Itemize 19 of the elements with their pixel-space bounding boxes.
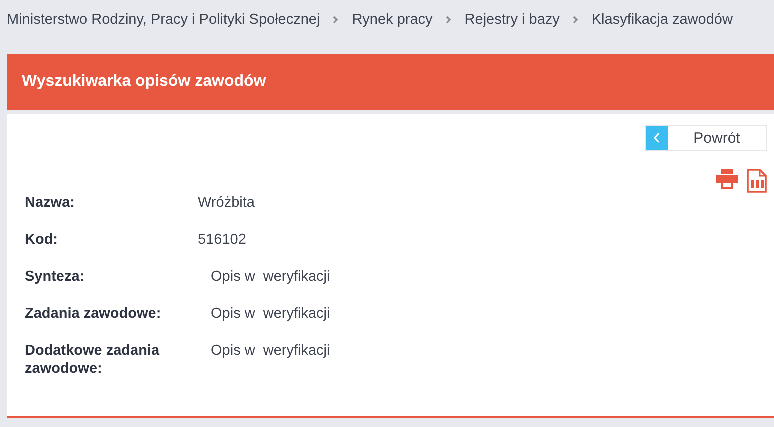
field-label: Synteza: xyxy=(25,268,86,287)
field-label: Zadania zawodowe: xyxy=(25,305,162,324)
breadcrumb-link[interactable]: Ministerstwo Rodziny, Pracy i Polityki Społecznej xyxy=(7,12,320,28)
field-label: Kod: xyxy=(25,231,60,250)
field-value: 516102 xyxy=(198,231,248,250)
back-button[interactable]: Powrót xyxy=(645,125,767,151)
field-label: Dodatkowe zadania zawodowe: xyxy=(25,342,161,379)
chevron-left-icon xyxy=(652,132,662,144)
field-value: Opis w weryfikacji xyxy=(211,342,332,361)
breadcrumb-link[interactable]: Rejestry i bazy xyxy=(464,12,560,28)
print-icon[interactable] xyxy=(716,169,738,189)
panel-title: Wyszukiwarka opisów zawodów xyxy=(22,73,266,91)
breadcrumb-link[interactable]: Klasyfikacja zawodów xyxy=(592,12,733,28)
pdf-file-icon[interactable] xyxy=(747,169,767,193)
field-value: Opis w weryfikacji xyxy=(211,305,332,324)
field-value: Wróżbita xyxy=(198,194,256,213)
breadcrumb-link[interactable]: Rynek pracy xyxy=(352,12,433,28)
field-value: Opis w weryfikacji xyxy=(211,268,332,287)
field-label: Nazwa: xyxy=(25,194,76,213)
